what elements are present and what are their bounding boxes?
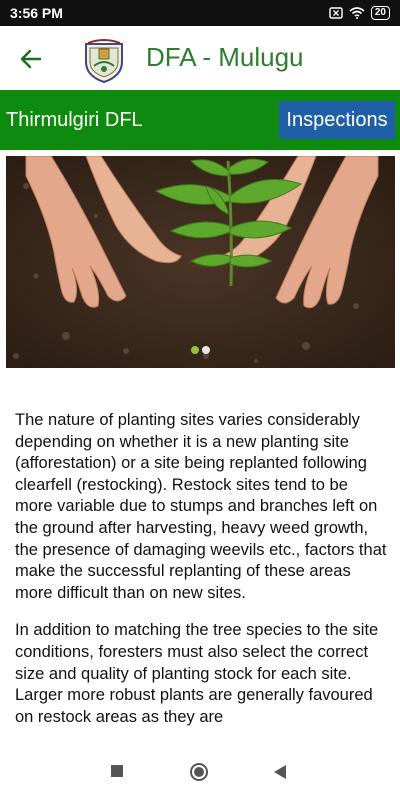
system-nav-bar [0,748,400,800]
status-icons: 20 [329,6,390,20]
emblem-logo [85,39,123,84]
slide-dot[interactable] [191,346,199,354]
content-text: The nature of planting sites varies cons… [15,410,390,745]
app-bar: DFA - Mulugu [0,26,400,90]
planting-hands-image [6,156,395,368]
inspections-button[interactable]: Inspections [279,101,395,139]
slide-dot[interactable] [202,346,210,354]
location-bar: Thirmulgiri DFL Inspections [0,90,400,150]
status-time: 3:56 PM [10,5,63,21]
content-paragraph: The nature of planting sites varies cons… [15,411,387,602]
recents-square-icon[interactable] [110,764,124,778]
image-slider[interactable] [6,156,395,368]
app-title: DFA - Mulugu [146,42,304,72]
battery-icon: 20 [370,6,390,20]
home-circle-icon[interactable] [189,762,209,782]
status-bar: 3:56 PM 20 [0,0,400,26]
screen-record-icon [329,7,343,19]
back-triangle-icon[interactable] [273,764,287,780]
arrow-left-icon[interactable] [18,46,44,72]
location-name: Thirmulgiri DFL [6,109,143,131]
content-paragraph: In addition to matching the tree species… [15,621,379,726]
slider-dots [6,346,395,354]
wifi-icon [349,7,365,19]
